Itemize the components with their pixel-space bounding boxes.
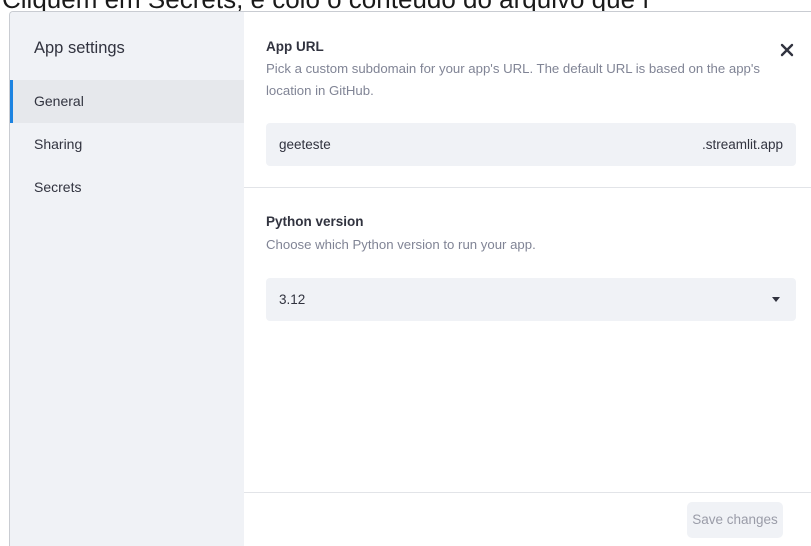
- sidebar-item-general[interactable]: General: [10, 80, 244, 123]
- subdomain-input[interactable]: geeteste .streamlit.app: [266, 123, 796, 166]
- save-changes-button[interactable]: Save changes: [687, 502, 783, 538]
- sidebar-title: App settings: [34, 39, 125, 57]
- settings-nav: General Sharing Secrets: [10, 80, 244, 209]
- subdomain-suffix: .streamlit.app: [701, 137, 783, 152]
- sidebar-item-secrets[interactable]: Secrets: [10, 166, 244, 209]
- app-settings-modal: App settings General Sharing Secrets App…: [9, 11, 811, 546]
- python-version-description: Choose which Python version to run your …: [266, 237, 536, 252]
- python-version-value: 3.12: [279, 292, 306, 307]
- section-divider: [244, 187, 811, 188]
- close-icon: [780, 43, 794, 57]
- settings-content: App URL Pick a custom subdomain for your…: [244, 12, 811, 546]
- footer-divider: [244, 492, 811, 493]
- sidebar-item-sharing[interactable]: Sharing: [10, 123, 244, 166]
- close-button[interactable]: [777, 40, 797, 60]
- python-version-select[interactable]: 3.12: [266, 278, 796, 321]
- chevron-down-icon: [772, 297, 780, 302]
- backdrop-instruction-text: Cliquem em Secrets, e colo o conteúdo do…: [0, 0, 811, 11]
- python-version-title: Python version: [266, 214, 364, 229]
- settings-sidebar: App settings General Sharing Secrets: [10, 12, 244, 546]
- app-url-description: Pick a custom subdomain for your app's U…: [266, 61, 760, 98]
- subdomain-value: geeteste: [279, 137, 331, 152]
- app-url-title: App URL: [266, 39, 324, 54]
